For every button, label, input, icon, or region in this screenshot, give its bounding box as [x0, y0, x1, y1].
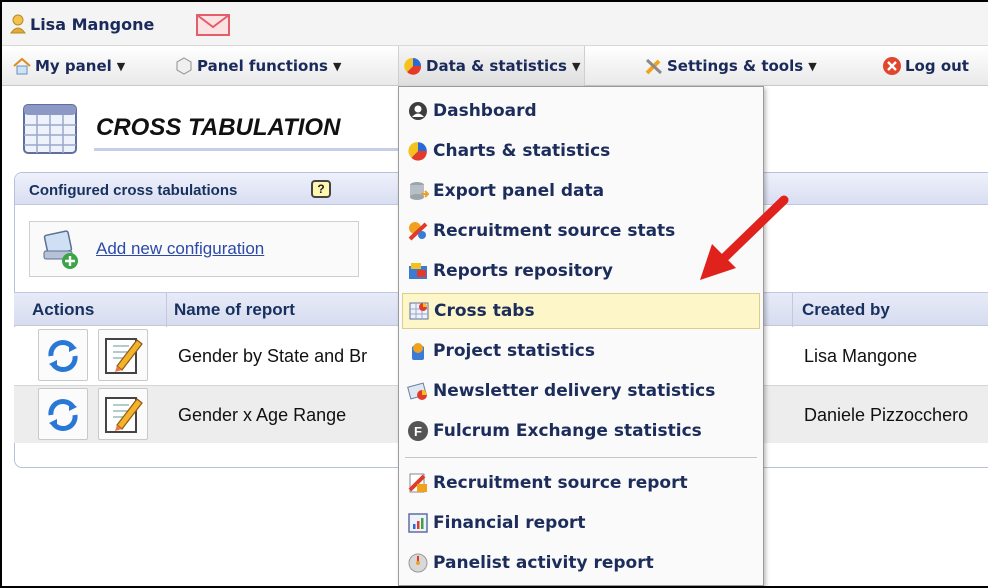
menu-item-label: Financial report: [433, 513, 586, 533]
menu-item-label: Reports repository: [433, 261, 613, 281]
newsletter-icon: [407, 382, 427, 400]
menu-item-fulcrum-exchange-statistics[interactable]: F Fulcrum Exchange statistics: [402, 413, 760, 449]
user-name[interactable]: Lisa Mangone: [30, 15, 154, 34]
header-created-by[interactable]: Created by: [802, 300, 890, 320]
menu-item-label: Newsletter delivery statistics: [433, 381, 716, 401]
nav-my-panel-label: My panel: [35, 57, 112, 75]
column-divider: [166, 293, 167, 327]
mail-icon[interactable]: [196, 14, 230, 36]
svg-text:F: F: [414, 424, 422, 439]
chevron-down-icon: ▼: [332, 59, 342, 73]
report-name[interactable]: Gender x Age Range: [178, 405, 346, 426]
header-actions: Actions: [32, 300, 95, 319]
table-grid-icon: [23, 104, 77, 154]
financial-report-icon: [408, 513, 428, 533]
header-name[interactable]: Name of report: [174, 300, 295, 320]
settings-tools-icon: [645, 58, 663, 75]
nav-data-statistics[interactable]: Data & statistics ▼: [398, 46, 586, 86]
menu-item-label: Export panel data: [433, 181, 605, 201]
menu-item-dashboard[interactable]: Dashboard: [402, 93, 760, 129]
report-name[interactable]: Gender by State and Br: [178, 346, 367, 367]
menu-item-label: Recruitment source stats: [433, 221, 676, 241]
cross-tabs-icon: [409, 302, 429, 320]
data-statistics-icon: [404, 57, 422, 75]
panel-title: Configured cross tabulations: [29, 182, 238, 199]
panelist-activity-icon: [408, 553, 428, 573]
nav-data-statistics-label: Data & statistics: [426, 57, 567, 75]
menu-item-panelist-activity-report[interactable]: Panelist activity report: [402, 545, 760, 581]
edit-pencil-icon: [105, 397, 143, 433]
dashboard-icon: [409, 102, 427, 120]
recruitment-stats-icon: [408, 222, 428, 241]
menu-divider: [405, 457, 757, 458]
panel-functions-icon: [176, 57, 192, 75]
help-icon[interactable]: ?: [311, 180, 331, 198]
menu-item-label: Dashboard: [433, 101, 537, 121]
recruitment-report-icon: [408, 473, 427, 493]
refresh-button[interactable]: [38, 388, 88, 440]
nav-settings-tools-label: Settings & tools: [667, 57, 804, 75]
add-configuration-link[interactable]: Add new configuration: [96, 239, 264, 259]
project-statistics-icon: [412, 343, 424, 360]
column-divider: [792, 293, 793, 327]
nav-panel-functions-label: Panel functions: [197, 57, 328, 75]
menu-item-label: Project statistics: [433, 341, 595, 361]
menu-item-label: Fulcrum Exchange statistics: [433, 421, 702, 441]
menu-item-label: Recruitment source report: [433, 473, 688, 493]
menu-item-newsletter-delivery-statistics[interactable]: Newsletter delivery statistics: [402, 373, 760, 409]
page-title: CROSS TABULATION: [96, 114, 341, 141]
chevron-down-icon: ▼: [808, 59, 817, 73]
home-icon: [13, 57, 31, 75]
menu-item-label: Charts & statistics: [433, 141, 611, 161]
refresh-icon: [48, 399, 78, 431]
nav-log-out[interactable]: Log out: [882, 46, 969, 86]
red-arrow-annotation: [700, 195, 789, 280]
menu-item-financial-report[interactable]: Financial report: [402, 505, 760, 541]
report-creator: Lisa Mangone: [804, 346, 918, 366]
refresh-button[interactable]: [38, 329, 88, 381]
title-underline: [94, 148, 404, 151]
log-out-icon: [883, 57, 901, 75]
add-configuration-box[interactable]: Add new configuration: [29, 221, 359, 277]
edit-button[interactable]: [98, 388, 148, 440]
reports-repository-icon: [409, 263, 427, 279]
nav-panel-functions[interactable]: Panel functions ▼: [174, 46, 341, 86]
fulcrum-icon: F: [408, 421, 428, 441]
menu-item-charts-statistics[interactable]: Charts & statistics: [402, 133, 760, 169]
database-export-icon: [410, 182, 429, 200]
menu-item-project-statistics[interactable]: Project statistics: [402, 333, 760, 369]
charts-icon: [408, 142, 427, 161]
nav-log-out-label: Log out: [905, 57, 969, 75]
report-creator: Daniele Pizzocchero: [804, 405, 969, 425]
menu-item-label: Cross tabs: [434, 301, 535, 321]
edit-pencil-icon: [105, 338, 143, 374]
chevron-down-icon: ▼: [571, 59, 581, 73]
nav-settings-tools[interactable]: Settings & tools ▼: [644, 46, 817, 86]
menu-item-cross-tabs[interactable]: Cross tabs: [402, 293, 760, 329]
data-statistics-menu: Dashboard Charts & statistics Export pan…: [398, 86, 764, 586]
user-bar: Lisa Mangone: [2, 2, 988, 46]
menu-item-recruitment-source-report[interactable]: Recruitment source report: [402, 465, 760, 501]
app-window: Lisa Mangone My panel ▼ Panel functions …: [0, 0, 988, 588]
edit-button[interactable]: [98, 329, 148, 381]
chevron-down-icon: ▼: [116, 59, 126, 73]
menu-item-label: Panelist activity report: [433, 553, 654, 573]
add-computer-icon: [43, 230, 78, 269]
main-nav: My panel ▼ Panel functions ▼ Data & stat…: [2, 46, 988, 86]
nav-my-panel[interactable]: My panel ▼: [12, 46, 125, 86]
refresh-icon: [48, 340, 78, 372]
user-icon: [10, 14, 26, 34]
